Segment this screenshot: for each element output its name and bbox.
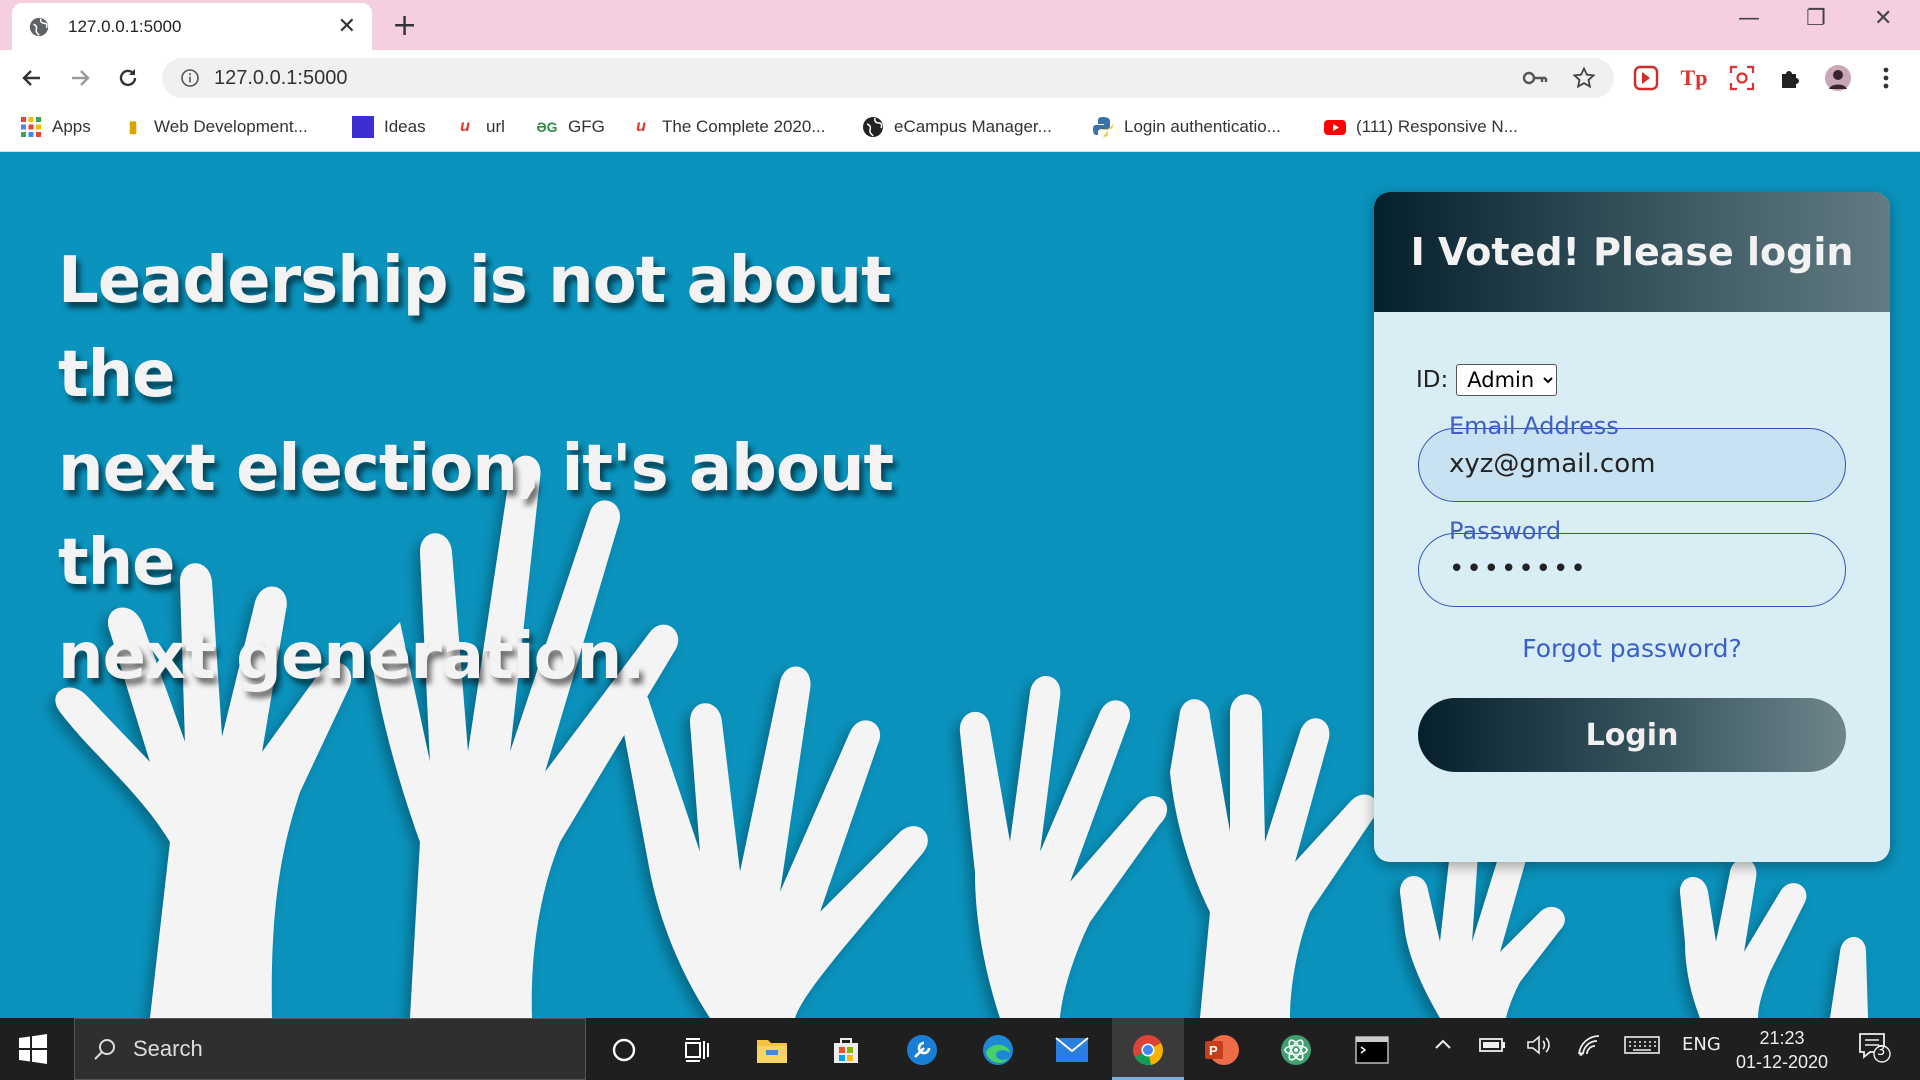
bookmark-label: Apps <box>52 117 91 136</box>
quote-line: Leadership is not about the <box>58 244 892 412</box>
bookmark-label: Ideas <box>384 117 426 136</box>
windows-start-icon[interactable] <box>18 1034 48 1064</box>
edge-browser-icon[interactable] <box>976 1028 1020 1072</box>
restore-icon[interactable]: ❐ <box>1806 6 1826 31</box>
bookmark-complete-2020[interactable]: u The Complete 2020... <box>630 116 825 138</box>
chrome-icon[interactable] <box>1126 1028 1170 1072</box>
command-prompt-icon[interactable] <box>1350 1028 1394 1072</box>
close-window-icon[interactable]: ✕ <box>1874 6 1892 31</box>
tab-title: 127.0.0.1:5000 <box>68 16 182 36</box>
id-label: ID: <box>1416 367 1449 393</box>
new-tab-button[interactable]: + <box>392 8 417 43</box>
clock[interactable]: 21:23 01-12-2020 <box>1730 1026 1834 1074</box>
web-dev-icon: ▮ <box>128 119 138 136</box>
hero-quote: Leadership is not about the next electio… <box>58 234 958 704</box>
bookmark-label: url <box>486 117 505 136</box>
menu-kebab-icon[interactable] <box>1872 64 1900 92</box>
taskbar-search[interactable]: Search <box>74 1018 586 1080</box>
gfg-icon: ƏG <box>536 119 558 135</box>
bookmark-url[interactable]: u url <box>454 116 505 138</box>
python-icon <box>1093 117 1113 137</box>
globe-icon <box>29 17 49 36</box>
clock-date: 01-12-2020 <box>1735 1052 1829 1072</box>
wifi-icon[interactable] <box>1576 1034 1602 1061</box>
screenshot-extension-icon[interactable] <box>1728 64 1756 92</box>
email-label: Email Address <box>1449 412 1619 440</box>
bookmark-ideas[interactable]: Ideas <box>352 116 426 138</box>
login-button[interactable]: Login <box>1418 698 1846 772</box>
powerpoint-icon[interactable]: P <box>1200 1028 1244 1072</box>
login-title: I Voted! Please login <box>1410 230 1854 274</box>
quote-line: next generation. <box>58 620 645 694</box>
id-row: ID: Admin <box>1416 364 1558 396</box>
bookmark-label: eCampus Manager... <box>894 117 1052 136</box>
search-icon <box>94 1039 115 1060</box>
browser-toolbar: 127.0.0.1:5000 Tp <box>0 50 1920 106</box>
address-bar[interactable]: 127.0.0.1:5000 <box>162 58 1614 98</box>
youtube-icon <box>1324 120 1346 135</box>
bookmark-label: GFG <box>568 117 605 136</box>
password-field[interactable]: Password •••••••• <box>1418 517 1846 607</box>
star-icon[interactable] <box>1572 66 1596 90</box>
login-card-header: I Voted! Please login <box>1374 192 1890 312</box>
udemy-icon: u <box>460 118 470 135</box>
bookmark-web-development[interactable]: ▮ Web Development... <box>122 116 308 138</box>
svg-text:P: P <box>1209 1043 1218 1058</box>
battery-icon[interactable] <box>1478 1034 1506 1061</box>
apps-grid-icon <box>21 117 41 137</box>
back-icon[interactable] <box>16 62 48 94</box>
browser-tab[interactable]: 127.0.0.1:5000 ✕ <box>12 3 372 50</box>
settings-wrench-icon[interactable] <box>900 1028 944 1072</box>
keyboard-icon[interactable] <box>1624 1034 1660 1061</box>
password-value[interactable]: •••••••• <box>1449 554 1588 584</box>
cortana-icon[interactable] <box>602 1028 646 1072</box>
bookmark-login-authentication[interactable]: Login authenticatio... <box>1092 116 1281 138</box>
file-explorer-icon[interactable] <box>750 1028 794 1072</box>
forward-icon[interactable] <box>64 62 96 94</box>
windows-taskbar: Search P ENG 21:23 01-12-2020 3 <box>0 1018 1920 1080</box>
search-label: Search <box>133 1036 203 1061</box>
bookmark-label: (111) Responsive N... <box>1356 117 1518 136</box>
key-icon[interactable] <box>1522 68 1548 88</box>
bookmarks-bar: Apps ▮ Web Development... Ideas u url ƏG… <box>0 106 1920 152</box>
tab-close-icon[interactable]: ✕ <box>338 14 356 39</box>
video-extension-icon[interactable] <box>1632 64 1660 92</box>
show-hidden-icons-chevron-icon[interactable] <box>1432 1034 1454 1061</box>
tab-strip: 127.0.0.1:5000 ✕ + — ❐ ✕ <box>0 0 1920 50</box>
profile-avatar[interactable] <box>1824 64 1852 92</box>
password-label: Password <box>1449 517 1562 545</box>
globe-icon <box>863 117 883 137</box>
tp-extension-icon[interactable]: Tp <box>1680 64 1708 92</box>
site-info-icon[interactable] <box>180 68 200 88</box>
clock-time: 21:23 <box>1759 1028 1805 1048</box>
ideas-icon <box>352 116 374 138</box>
reload-icon[interactable] <box>112 62 144 94</box>
bookmark-gfg[interactable]: ƏG GFG <box>536 116 605 138</box>
notification-center-icon[interactable]: 3 <box>1858 1032 1892 1069</box>
forgot-password-link[interactable]: Forgot password? <box>1374 634 1890 663</box>
bookmark-label: Web Development... <box>154 117 308 136</box>
bookmark-label: Login authenticatio... <box>1124 117 1281 136</box>
language-indicator[interactable]: ENG <box>1682 1034 1721 1055</box>
quote-line: next election, it's about the <box>58 432 894 600</box>
udemy-icon: u <box>636 118 646 135</box>
url-text: 127.0.0.1:5000 <box>214 66 348 89</box>
email-value[interactable]: xyz@gmail.com <box>1449 449 1655 479</box>
bookmark-responsive[interactable]: (111) Responsive N... <box>1324 116 1518 138</box>
bookmark-ecampus[interactable]: eCampus Manager... <box>862 116 1052 138</box>
bookmark-apps[interactable]: Apps <box>20 116 91 138</box>
task-view-icon[interactable] <box>674 1028 718 1072</box>
notification-count: 3 <box>1877 1044 1886 1059</box>
extensions-puzzle-icon[interactable] <box>1776 64 1804 92</box>
email-field[interactable]: Email Address xyz@gmail.com <box>1418 412 1846 502</box>
microsoft-store-icon[interactable] <box>824 1028 868 1072</box>
mail-icon[interactable] <box>1050 1028 1094 1072</box>
minimize-icon[interactable]: — <box>1738 6 1760 31</box>
bookmark-label: The Complete 2020... <box>662 117 826 136</box>
login-card: I Voted! Please login ID: Admin Email Ad… <box>1374 192 1890 862</box>
id-select[interactable]: Admin <box>1456 364 1558 396</box>
page-content: Leadership is not about the next electio… <box>0 152 1920 1018</box>
atom-editor-icon[interactable] <box>1274 1028 1318 1072</box>
volume-icon[interactable] <box>1526 1034 1552 1061</box>
